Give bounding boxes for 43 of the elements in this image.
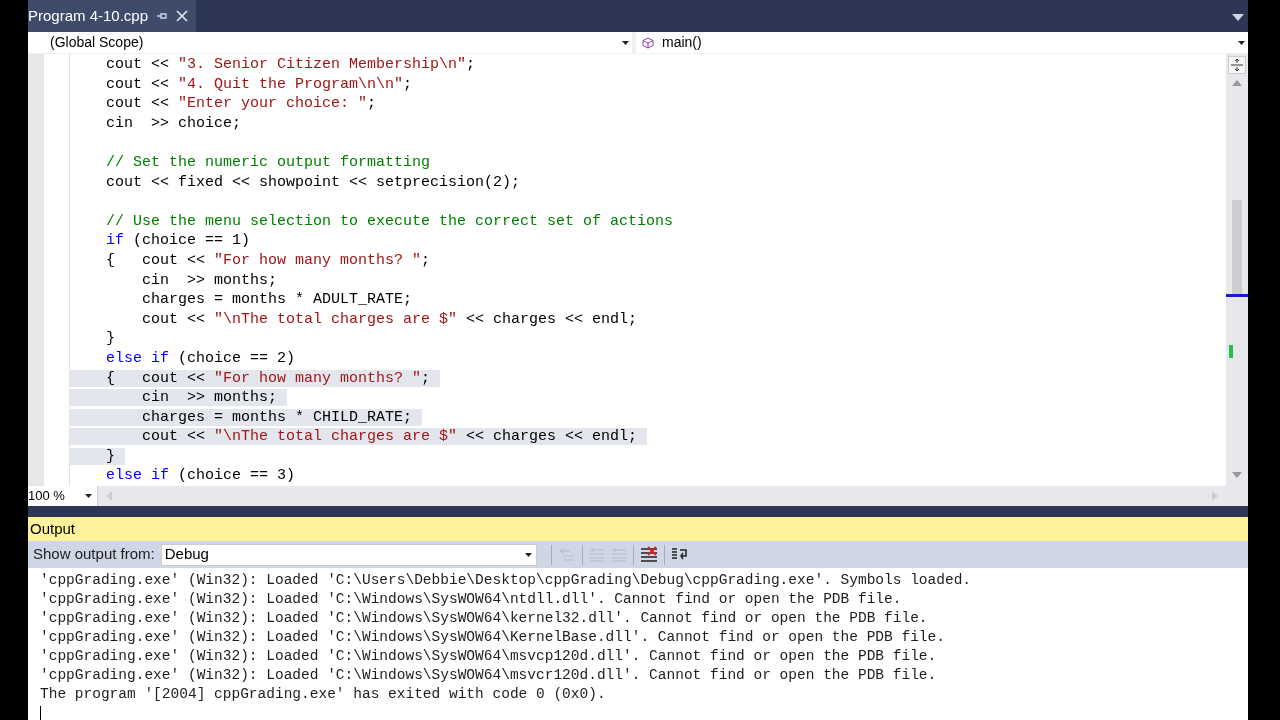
- output-line: 'cppGrading.exe' (Win32): Loaded 'C:\Users\Debbie\Desktop\cppGrading\Debug\cppGrading.exe'. Symbols loaded.: [40, 571, 972, 590]
- change-marker: [1229, 345, 1233, 358]
- cube-icon: [642, 36, 654, 49]
- source-label: Show output from:: [33, 544, 155, 565]
- dropdown-arrow-icon[interactable]: [1232, 14, 1244, 22]
- code-line: else if (choice == 3): [105, 467, 296, 485]
- close-icon[interactable]: [176, 10, 189, 22]
- output-line: 'cppGrading.exe' (Win32): Loaded 'C:\Windows\SysWOW64\KernelBase.dll'. Cannot find or open the PDB file.: [40, 628, 945, 647]
- output-line: The program '[2004] cppGrading.exe' has exited with code 0 (0x0).: [40, 685, 606, 704]
- code-line: { cout << "For how many months? ";: [105, 251, 431, 269]
- split-icon[interactable]: [1228, 56, 1246, 74]
- code-line: cout << "4. Quit the Program\n\n";: [105, 75, 413, 93]
- source-dropdown[interactable]: Debug: [160, 543, 537, 566]
- caret-icon[interactable]: [524, 552, 532, 557]
- code-line: cout << "\nThe total charges are $" << charges << endl;: [141, 310, 638, 328]
- pin-icon[interactable]: [156, 10, 169, 22]
- code-line: cin >> choice;: [105, 114, 242, 132]
- code-line: charges = months * ADULT_RATE;: [141, 291, 413, 309]
- output-line: 'cppGrading.exe' (Win32): Loaded 'C:\Windows\SysWOW64\msvcp120d.dll'. Cannot find or open the PDB file.: [40, 647, 937, 666]
- code-line: if (choice == 1): [105, 232, 251, 250]
- code-line: cout << "Enter your choice: ";: [105, 95, 377, 113]
- scrollbar-thumb[interactable]: [1232, 200, 1242, 295]
- code-line: // Use the menu selection to execute the correct set of actions: [105, 212, 674, 230]
- caret-position-marker: [1226, 294, 1248, 297]
- code-line: cout << fixed << showpoint << setprecision(2);: [105, 173, 521, 191]
- output-line: 'cppGrading.exe' (Win32): Loaded 'C:\Windows\SysWOW64\ntdll.dll'. Cannot find or open the PDB file.: [40, 590, 902, 609]
- caret-icon[interactable]: [85, 494, 92, 499]
- code-line: else if (choice == 2): [105, 349, 296, 367]
- caret-icon[interactable]: [1238, 40, 1245, 45]
- text-cursor: [40, 706, 41, 720]
- member-dropdown[interactable]: main(): [636, 32, 1248, 53]
- panel-title: Output: [30, 518, 76, 539]
- code-line: cout << "3. Senior Citizen Membership\n";: [105, 56, 476, 73]
- code-line: // Set the numeric output formatting: [105, 153, 431, 171]
- code-line: }: [105, 330, 115, 348]
- editor-tab[interactable]: Program 4-10.cpp: [28, 0, 197, 32]
- output-line: 'cppGrading.exe' (Win32): Loaded 'C:\Windows\SysWOW64\msvcr120d.dll'. Cannot find or open the PDB file.: [40, 666, 937, 685]
- scope-dropdown[interactable]: (Global Scope): [28, 32, 632, 53]
- zoom-dropdown[interactable]: 100 %: [28, 486, 98, 507]
- code-line: cin >> months;: [141, 271, 278, 289]
- output-line: 'cppGrading.exe' (Win32): Loaded 'C:\Windows\SysWOW64\kernel32.dll'. Cannot find or open the PDB file.: [40, 609, 928, 628]
- caret-icon[interactable]: [622, 40, 629, 45]
- clear-all-icon[interactable]: [639, 545, 658, 564]
